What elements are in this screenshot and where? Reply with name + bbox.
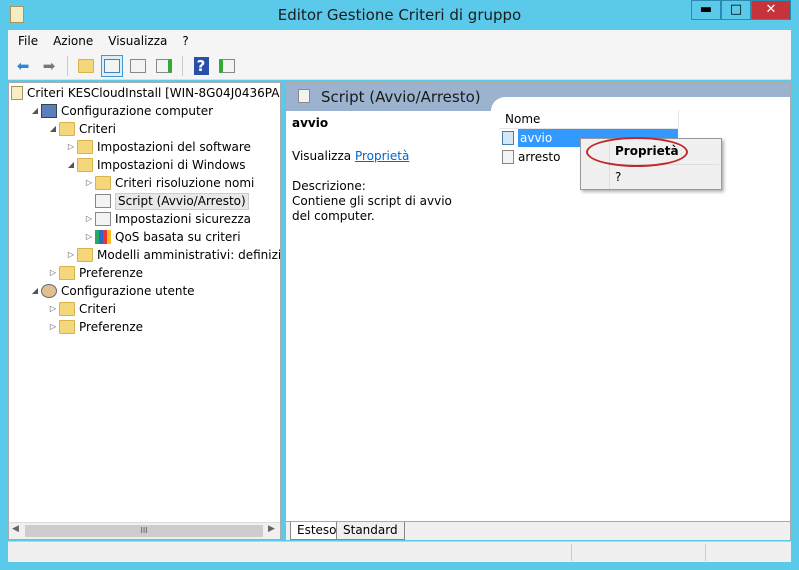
expand-arrow-icon[interactable]: ▷ xyxy=(47,318,59,336)
tree-item[interactable]: ▷ QoS basata su criteri xyxy=(83,228,241,246)
minimize-button[interactable]: ▬ xyxy=(691,0,721,20)
horizontal-scrollbar[interactable]: ◀ III ▶ xyxy=(9,522,280,539)
action-pane-icon[interactable] xyxy=(216,55,238,77)
tree-item-label: Criteri KESCloudInstall [WIN-8G04J0436PA… xyxy=(27,86,280,100)
tree-item-label: Criteri risoluzione nomi xyxy=(115,176,255,190)
export-list-icon[interactable] xyxy=(153,55,175,77)
computer-icon xyxy=(41,104,57,118)
description-label: Descrizione: xyxy=(292,179,366,193)
description-text: Contiene gli script di avvio del compute… xyxy=(292,194,452,223)
tree-item-label: Preferenze xyxy=(79,320,144,334)
properties-icon[interactable] xyxy=(127,55,149,77)
maximize-button[interactable]: □ xyxy=(721,0,751,20)
scroll-right-button[interactable]: ▶ xyxy=(268,524,275,534)
header-curve xyxy=(491,97,790,111)
list-item-label: arresto xyxy=(518,150,561,164)
menu-azione[interactable]: Azione xyxy=(53,34,93,48)
help-icon[interactable]: ? xyxy=(190,55,212,77)
scroll-left-button[interactable]: ◀ xyxy=(12,524,19,534)
scroll-thumb[interactable]: III xyxy=(25,525,263,537)
tree-item[interactable]: ◢ Criteri xyxy=(47,120,116,138)
folder-icon xyxy=(59,122,75,136)
menu-file[interactable]: File xyxy=(18,34,38,48)
tree-item[interactable]: ◢ Configurazione utente xyxy=(29,282,195,300)
item-title: avvio xyxy=(292,116,329,130)
view-label: Visualizza xyxy=(292,149,352,163)
tree-pane: Criteri KESCloudInstall [WIN-8G04J0436PA… xyxy=(8,82,281,540)
tree-item-label: Preferenze xyxy=(79,266,144,280)
window-title: Editor Gestione Criteri di gruppo xyxy=(277,6,522,24)
policy-icon xyxy=(11,86,23,100)
tree-item-label: QoS basata su criteri xyxy=(115,230,241,244)
tree-item[interactable]: ▷ Preferenze xyxy=(47,264,143,282)
list-item[interactable]: arresto xyxy=(502,148,560,166)
forward-icon[interactable]: ➡ xyxy=(38,55,60,77)
folder-icon xyxy=(95,176,111,190)
view-tabs: Esteso Standard xyxy=(286,521,790,540)
tree-item-label: Criteri xyxy=(79,302,117,316)
menu-help[interactable]: ? xyxy=(182,34,188,48)
expand-arrow-icon[interactable]: ▷ xyxy=(47,300,59,318)
tree-item[interactable]: ◢ Configurazione computer xyxy=(29,102,213,120)
detail-header-title: Script (Avvio/Arresto) xyxy=(321,88,481,106)
tree-item-label: Script (Avvio/Arresto) xyxy=(115,192,249,210)
context-menu-help[interactable]: ? xyxy=(615,170,621,184)
status-bar xyxy=(8,541,791,562)
tree-item-label: Configurazione computer xyxy=(61,104,214,118)
tree-item-label: Configurazione utente xyxy=(61,284,195,298)
chart-icon xyxy=(95,230,111,244)
expand-arrow-icon[interactable]: ▷ xyxy=(65,138,77,156)
tree-item[interactable]: ▷ Modelli amministrativi: definizioni d xyxy=(65,246,281,264)
expand-arrow-icon[interactable]: ▷ xyxy=(65,246,77,264)
tree-item[interactable]: ▷ Criteri risoluzione nomi xyxy=(83,174,254,192)
expand-arrow-icon[interactable]: ◢ xyxy=(29,282,41,300)
tree-item[interactable]: Script (Avvio/Arresto) xyxy=(83,192,249,210)
expand-arrow-icon[interactable]: ▷ xyxy=(83,228,95,246)
folder-icon xyxy=(77,140,93,154)
expand-arrow-icon[interactable]: ▷ xyxy=(83,174,95,192)
folder-icon xyxy=(59,320,75,334)
tree-item[interactable]: ▷ Criteri xyxy=(47,300,116,318)
tree-item-label: Impostazioni del software xyxy=(97,140,251,154)
close-button[interactable]: ✕ xyxy=(751,0,791,20)
folder-icon xyxy=(59,302,75,316)
back-icon[interactable]: ⬅ xyxy=(12,55,34,77)
toolbar-separator xyxy=(67,55,68,76)
toolbar-separator xyxy=(182,55,183,76)
menu-visualizza[interactable]: Visualizza xyxy=(108,34,167,48)
tree-item[interactable]: Criteri KESCloudInstall [WIN-8G04J0436PA… xyxy=(11,84,280,102)
tree-item-label: Impostazioni sicurezza xyxy=(115,212,252,226)
folder-icon xyxy=(77,158,93,172)
tree-item-label: Criteri xyxy=(79,122,117,136)
properties-link[interactable]: Proprietà xyxy=(355,149,409,163)
tree-item[interactable]: ▷ Impostazioni sicurezza xyxy=(83,210,251,228)
script-icon xyxy=(502,150,514,164)
script-icon xyxy=(95,194,111,208)
folder-icon xyxy=(59,266,75,280)
expand-arrow-icon[interactable]: ◢ xyxy=(29,102,41,120)
toolbar: ⬅ ➡ ? xyxy=(8,52,791,80)
show-hide-tree-icon[interactable] xyxy=(101,54,123,77)
tree-item-label: Impostazioni di Windows xyxy=(97,158,246,172)
user-icon xyxy=(41,284,57,298)
up-folder-icon[interactable] xyxy=(75,55,97,77)
script-icon xyxy=(502,131,514,145)
tree-item-label: Modelli amministrativi: definizioni d xyxy=(97,248,281,262)
highlight-ellipse xyxy=(586,137,688,167)
folder-icon xyxy=(77,248,93,262)
expand-arrow-icon[interactable]: ◢ xyxy=(47,120,59,138)
tab-standard[interactable]: Standard xyxy=(336,522,405,540)
tree-item[interactable]: ◢ Impostazioni di Windows xyxy=(65,156,246,174)
expand-arrow-icon[interactable]: ◢ xyxy=(65,156,77,174)
expand-arrow-icon[interactable]: ▷ xyxy=(47,264,59,282)
expand-arrow-icon[interactable]: ▷ xyxy=(83,210,95,228)
security-icon xyxy=(95,212,111,226)
column-header-nome[interactable]: Nome xyxy=(499,110,679,129)
tree-item[interactable]: ▷ Impostazioni del software xyxy=(65,138,251,156)
script-icon xyxy=(298,89,310,103)
tree-item[interactable]: ▷ Preferenze xyxy=(47,318,143,336)
menu-bar: File Azione Visualizza ? xyxy=(8,30,791,52)
